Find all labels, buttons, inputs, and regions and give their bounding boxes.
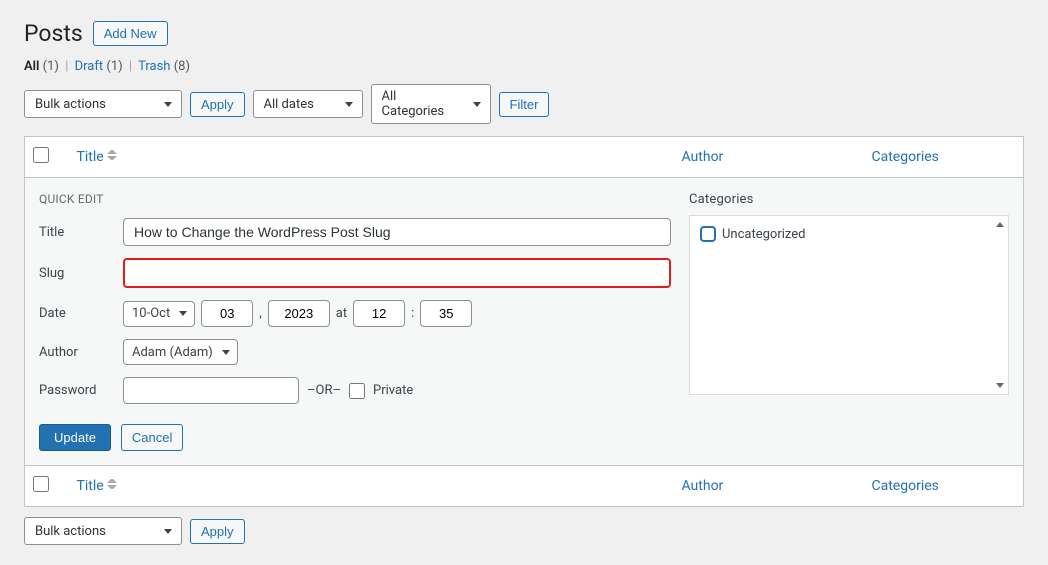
add-new-button[interactable]: Add New [93, 21, 168, 46]
select-all-checkbox[interactable] [33, 147, 49, 163]
category-label: Uncategorized [722, 227, 805, 242]
categories-filter-select[interactable]: All Categories [371, 84, 491, 124]
comma: , [259, 306, 262, 321]
dates-filter-select[interactable]: All dates [253, 90, 363, 118]
day-input[interactable] [201, 300, 253, 327]
year-input[interactable] [268, 300, 330, 327]
category-item[interactable]: Uncategorized [700, 226, 998, 242]
apply-bulk-button[interactable]: Apply [190, 92, 245, 117]
sort-icon[interactable] [107, 150, 117, 160]
month-select[interactable]: 10-Oct [123, 301, 195, 327]
column-author[interactable]: Author [674, 137, 864, 178]
column-title[interactable]: Title [77, 149, 104, 165]
cancel-button[interactable]: Cancel [121, 424, 183, 451]
category-checkbox[interactable] [700, 226, 716, 242]
view-links: All (1) | Draft (1) | Trash (8) [24, 59, 1024, 74]
author-select[interactable]: Adam (Adam) [123, 339, 238, 365]
chevron-down-icon [996, 383, 1004, 388]
or-label: –OR– [307, 383, 341, 398]
quick-edit-heading: QUICK EDIT [39, 192, 671, 206]
view-trash-count: (8) [174, 59, 190, 74]
update-button[interactable]: Update [39, 424, 111, 451]
date-label: Date [39, 306, 123, 321]
at-label: at [336, 306, 347, 321]
apply-bulk-button-bottom[interactable]: Apply [190, 519, 245, 544]
title-input[interactable] [123, 218, 671, 246]
column-categories-bottom[interactable]: Categories [864, 466, 1024, 507]
column-categories[interactable]: Categories [864, 137, 1024, 178]
filter-button[interactable]: Filter [499, 92, 550, 117]
hour-input[interactable] [353, 300, 405, 327]
bulk-actions-select[interactable]: Bulk actions [24, 90, 182, 118]
categories-heading: Categories [689, 192, 1009, 207]
select-all-checkbox-bottom[interactable] [33, 476, 49, 492]
private-label: Private [373, 383, 413, 398]
bulk-actions-select-bottom[interactable]: Bulk actions [24, 517, 182, 545]
view-draft-link[interactable]: Draft [75, 59, 104, 74]
posts-table: Title Author Categories QUICK EDIT Title [24, 136, 1024, 507]
column-author-bottom[interactable]: Author [674, 466, 864, 507]
slug-input[interactable] [123, 258, 671, 288]
view-all-link[interactable]: All [24, 59, 39, 74]
password-input[interactable] [123, 377, 299, 404]
time-sep: : [411, 306, 414, 321]
view-trash-link[interactable]: Trash [138, 59, 170, 74]
sort-icon[interactable] [107, 479, 117, 489]
author-label: Author [39, 345, 123, 360]
column-title-bottom[interactable]: Title [77, 478, 104, 494]
password-label: Password [39, 383, 123, 398]
title-label: Title [39, 225, 123, 240]
view-draft-count: (1) [106, 59, 122, 74]
minute-input[interactable] [420, 300, 472, 327]
categories-panel[interactable]: Uncategorized [689, 215, 1009, 395]
slug-label: Slug [39, 266, 123, 281]
private-checkbox[interactable] [349, 383, 365, 399]
view-all-count: (1) [43, 59, 59, 74]
page-title: Posts [24, 20, 83, 47]
